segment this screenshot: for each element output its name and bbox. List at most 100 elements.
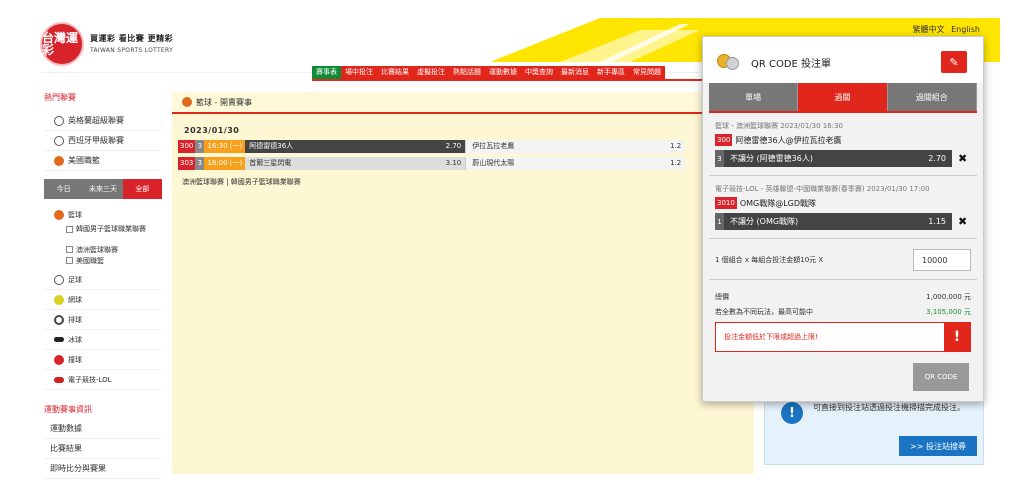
- match-number: 303: [178, 157, 196, 170]
- sport-snooker[interactable]: 撞球: [44, 350, 162, 370]
- pick-label: 不讓分 (阿德雷德36人): [730, 154, 813, 163]
- nav-item[interactable]: 最新消息: [557, 66, 593, 79]
- nav-item[interactable]: 比賽結果: [377, 66, 413, 79]
- match-row: 300 3 16:30 (一) 阿德雷德36人 2.70 伊拉瓦拉老鷹 1.2: [178, 139, 754, 154]
- match-number: 3010: [715, 197, 737, 209]
- soccer-ball-icon: [54, 135, 64, 146]
- nav-item[interactable]: 常見問題: [629, 66, 665, 79]
- away-odds-button[interactable]: 蔚山現代太陽 1.2: [465, 157, 686, 170]
- qr-code-button[interactable]: QR CODE: [913, 363, 969, 391]
- nav-item[interactable]: 賽事表: [312, 66, 341, 79]
- sidebar-item-label: 運動數據: [50, 424, 82, 433]
- bet-pick: 3 不讓分 (阿德雷德36人) 2.70 ✖: [715, 150, 971, 167]
- sidebar-item-label: 西班牙甲級聯賽: [68, 136, 124, 145]
- tab-next-three-days[interactable]: 未來三天: [83, 179, 123, 199]
- sidebar-item-epl[interactable]: 英格蘭超級聯賽: [44, 111, 162, 131]
- match-row: 303 3 18:00 (一) 首爾三星閃電 3.10 蔚山現代太陽 1.2: [178, 156, 754, 171]
- pick-odds: 1.15: [928, 217, 946, 226]
- sub-league-nba[interactable]: 美國職籃: [44, 256, 162, 270]
- checkbox-icon[interactable]: [66, 246, 73, 253]
- stake-warning: 投注金額低於下限或超過上限! !: [715, 322, 971, 352]
- nav-item[interactable]: 中獎查詢: [521, 66, 557, 79]
- nav-item[interactable]: 場中投注: [341, 66, 377, 79]
- lang-zh[interactable]: 繁體中文: [913, 25, 945, 34]
- sub-league-nbl[interactable]: 澳洲籃球聯賽: [44, 245, 162, 256]
- tab-today[interactable]: 今日: [44, 179, 84, 199]
- sidebar-item-laliga[interactable]: 西班牙甲級聯賽: [44, 131, 162, 151]
- volleyball-icon: [54, 314, 64, 325]
- checkbox-icon[interactable]: [66, 226, 73, 233]
- sport-label: 足球: [68, 275, 82, 284]
- popup-header: QR CODE 投注單 ✎: [703, 37, 983, 83]
- home-team: 阿德雷德36人: [249, 142, 294, 150]
- tennis-ball-icon: [54, 294, 64, 305]
- lang-en[interactable]: English: [951, 25, 980, 34]
- sidebar: 熱門聯賽 英格蘭超級聯賽 西班牙甲級聯賽 美國職籃 今日 未來三天 全部 籃球 …: [44, 92, 162, 479]
- nav-item[interactable]: 熱點話題: [449, 66, 485, 79]
- popup-title: QR CODE 投注單: [751, 59, 832, 70]
- hot-leagues-title: 熱門聯賽: [44, 93, 76, 102]
- sport-ice-hockey[interactable]: 冰球: [44, 330, 162, 350]
- warning-text: 投注金額低於下限或超過上限!: [724, 333, 818, 341]
- tab-single[interactable]: 單場: [709, 83, 799, 111]
- exclamation-icon: !: [944, 322, 970, 352]
- away-odds: 1.2: [670, 159, 682, 167]
- tab-all[interactable]: 全部: [122, 179, 162, 199]
- away-odds-button[interactable]: 伊拉瓦拉老鷹 1.2: [465, 140, 686, 153]
- basketball-icon: [182, 97, 192, 107]
- main-header: 籃球 - 開賣賽事: [172, 92, 754, 114]
- sport-volleyball[interactable]: 排球: [44, 310, 162, 330]
- broom-icon: ✎: [949, 55, 959, 69]
- bet-match: 300 阿德雷德36人@伊拉瓦拉老鷹: [715, 134, 971, 146]
- total-label: 總價: [715, 293, 729, 301]
- total-row: 總價 1,000,000 元: [715, 292, 971, 302]
- sidebar-item-results[interactable]: 比賽結果: [44, 439, 162, 459]
- sub-league-kbl[interactable]: 韓國男子籃球職業聯賽: [44, 225, 162, 245]
- sport-tennis[interactable]: 網球: [44, 290, 162, 310]
- nav-item[interactable]: 運動數據: [485, 66, 521, 79]
- remove-bet-icon[interactable]: ✖: [958, 215, 967, 228]
- home-odds-button[interactable]: 首爾三星閃電 3.10: [245, 157, 466, 170]
- hockey-puck-icon: [54, 337, 64, 342]
- sidebar-item-nba[interactable]: 美國職籃: [44, 151, 162, 171]
- brand-tagline: 買運彩 看比賽 更精彩 TAIWAN SPORTS LOTTERY: [90, 33, 173, 54]
- stake-amount-input[interactable]: 10000: [913, 249, 971, 271]
- sidebar-item-live-scores[interactable]: 即時比分與賽果: [44, 459, 162, 479]
- sport-soccer[interactable]: 足球: [44, 270, 162, 290]
- bet-league: 電子競技-LOL - 英雄聯盟-中國職業聯賽(春季賽) 2023/01/30 1…: [715, 185, 930, 193]
- bet-pick: 1 不讓分 (OMG戰隊) 1.15 ✖: [715, 213, 971, 230]
- sidebar-item-sports-data[interactable]: 運動數據: [44, 419, 162, 439]
- match-count: 3: [195, 140, 205, 153]
- store-search-button[interactable]: >> 投注站搜尋: [899, 436, 977, 456]
- coins-icon: [717, 52, 739, 70]
- home-team: 首爾三星閃電: [249, 159, 292, 167]
- sport-label: 電子競技-LOL: [68, 375, 112, 384]
- remove-bet-icon[interactable]: ✖: [958, 152, 967, 165]
- gamepad-icon: [54, 376, 64, 383]
- home-odds-button[interactable]: 阿德雷德36人 2.70: [245, 140, 466, 153]
- nav-item[interactable]: 虛擬投注: [413, 66, 449, 79]
- logo[interactable]: 台灣運彩: [40, 22, 84, 66]
- main-header-title: 籃球 - 開賣賽事: [196, 97, 252, 107]
- combo-text: 1 個組合 x 每組合投注金額10元 X: [715, 256, 824, 264]
- sport-esports-lol[interactable]: 電子競技-LOL: [44, 370, 162, 390]
- nav-item[interactable]: 新手專區: [593, 66, 629, 79]
- main-panel: 籃球 - 開賣賽事 2023/01/30 300 3 16:30 (一) 阿德雷…: [172, 92, 754, 474]
- basketball-icon: [54, 210, 64, 220]
- sidebar-item-label: 即時比分與賽果: [50, 464, 106, 473]
- sport-label: 撞球: [68, 355, 82, 364]
- match-name: OMG戰隊@LGD戰隊: [739, 198, 817, 208]
- pick-odds: 2.70: [928, 154, 946, 163]
- sidebar-item-label: 美國職籃: [68, 156, 100, 165]
- sport-basketball[interactable]: 籃球: [44, 205, 162, 225]
- match-date: 2023/01/30: [184, 126, 240, 135]
- tab-parlay-combo[interactable]: 過關組合: [887, 83, 977, 111]
- match-time: 18:00 (一): [204, 157, 246, 170]
- sidebar-item-label: 比賽結果: [50, 444, 82, 453]
- tab-parlay[interactable]: 過關: [798, 83, 888, 111]
- pick-number: 3: [715, 150, 724, 167]
- clear-slip-button[interactable]: ✎: [941, 51, 967, 73]
- checkbox-icon[interactable]: [66, 257, 73, 264]
- nav-underline: [312, 79, 702, 81]
- max-win-row: 若全數為不同玩法，最高可能中 3,105,000 元: [715, 307, 971, 317]
